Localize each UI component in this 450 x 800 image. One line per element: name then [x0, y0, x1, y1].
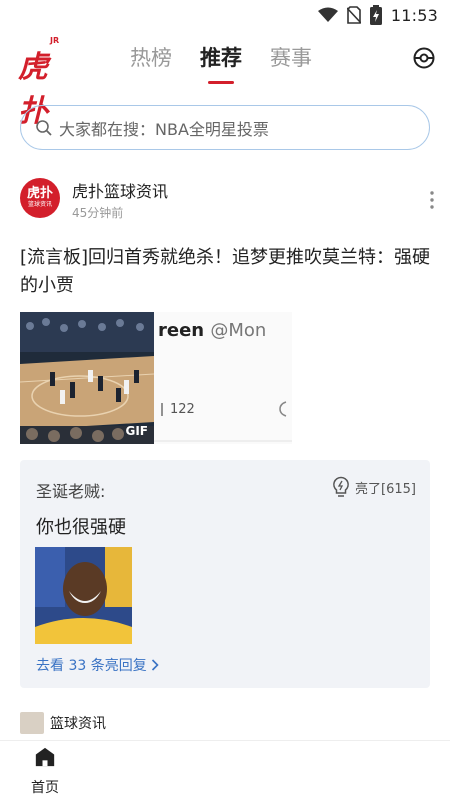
wifi-icon: [317, 7, 338, 22]
more-replies-text: 去看 33 条亮回复: [36, 658, 147, 674]
search-input[interactable]: 大家都在搜：NBA全明星投票: [20, 105, 430, 150]
more-options-icon[interactable]: [424, 190, 440, 210]
author-avatar[interactable]: 虎扑 篮球资讯: [20, 178, 60, 218]
post-header: 虎扑 篮球资讯 虎扑篮球资讯 45分钟前: [20, 178, 440, 224]
tab-matches[interactable]: 赛事: [270, 42, 312, 76]
light-count: 亮了[615]: [355, 481, 416, 497]
avatar-text-bottom: 篮球资讯: [27, 201, 52, 208]
hupu-logo[interactable]: 虎扑 JR: [18, 36, 66, 129]
chevron-right-icon: [152, 659, 159, 671]
target-icon[interactable]: [412, 46, 436, 70]
search-icon: [36, 119, 52, 136]
feed-tabs: 热榜 推荐 赛事: [130, 42, 312, 84]
top-nav: 虎扑 JR 热榜 推荐 赛事: [0, 30, 450, 129]
no-sim-icon: [346, 6, 361, 24]
tweet-count: 122: [170, 402, 195, 417]
tweet-screenshot[interactable]: reen @Mon 122: [154, 312, 292, 444]
comment-text: 你也很强硬: [36, 517, 126, 538]
home-icon: [35, 747, 55, 767]
tab-hot[interactable]: 热榜: [130, 42, 172, 76]
laughing-player-image: [35, 547, 132, 644]
next-post-header[interactable]: 篮球资讯: [20, 712, 106, 734]
light-button[interactable]: 亮了[615]: [331, 476, 416, 498]
comment-author[interactable]: 圣诞老贼:: [36, 478, 105, 502]
status-time: 11:53: [390, 5, 438, 25]
comment-image[interactable]: [35, 547, 132, 644]
bottom-tab-bar: 首页: [0, 740, 450, 800]
tweet-handle: @Mon: [210, 320, 267, 341]
avatar-text-top: 虎扑: [26, 186, 53, 201]
lightbulb-icon: [333, 476, 349, 497]
search-placeholder: 大家都在搜：NBA全明星投票: [59, 119, 269, 139]
gif-badge: GIF: [125, 424, 148, 438]
author-name[interactable]: 虎扑篮球资讯: [72, 178, 168, 202]
post-title[interactable]: [流言板]回归首秀就绝杀！追梦更推吹莫兰特：强硬的小贾: [20, 244, 432, 300]
tweet-display-name: reen: [158, 320, 205, 341]
post-time: 45分钟前: [72, 206, 124, 220]
more-replies-link[interactable]: 去看 33 条亮回复: [36, 655, 159, 675]
reply-icon: [279, 401, 287, 417]
post-media[interactable]: GIF reen @Mon 122: [20, 312, 292, 444]
next-post-author: 篮球资讯: [50, 716, 106, 732]
status-icons: 11:53: [317, 5, 438, 25]
next-post-avatar: [20, 712, 44, 734]
logo-jr: JR: [50, 36, 60, 45]
tab-home[interactable]: 首页: [20, 747, 70, 797]
tweet-name: reen @Mon: [158, 320, 266, 341]
tab-recommend[interactable]: 推荐: [200, 42, 242, 84]
gif-thumbnail[interactable]: GIF: [20, 312, 154, 444]
status-bar: 11:53: [0, 0, 450, 30]
home-label: 首页: [31, 780, 59, 796]
top-comment-card[interactable]: 圣诞老贼: 亮了[615] 你也很强硬 去看 33 条亮回复: [20, 460, 430, 688]
retweet-icon: [161, 403, 163, 416]
tweet-divider: [154, 440, 292, 442]
battery-charging-icon: [369, 5, 382, 25]
